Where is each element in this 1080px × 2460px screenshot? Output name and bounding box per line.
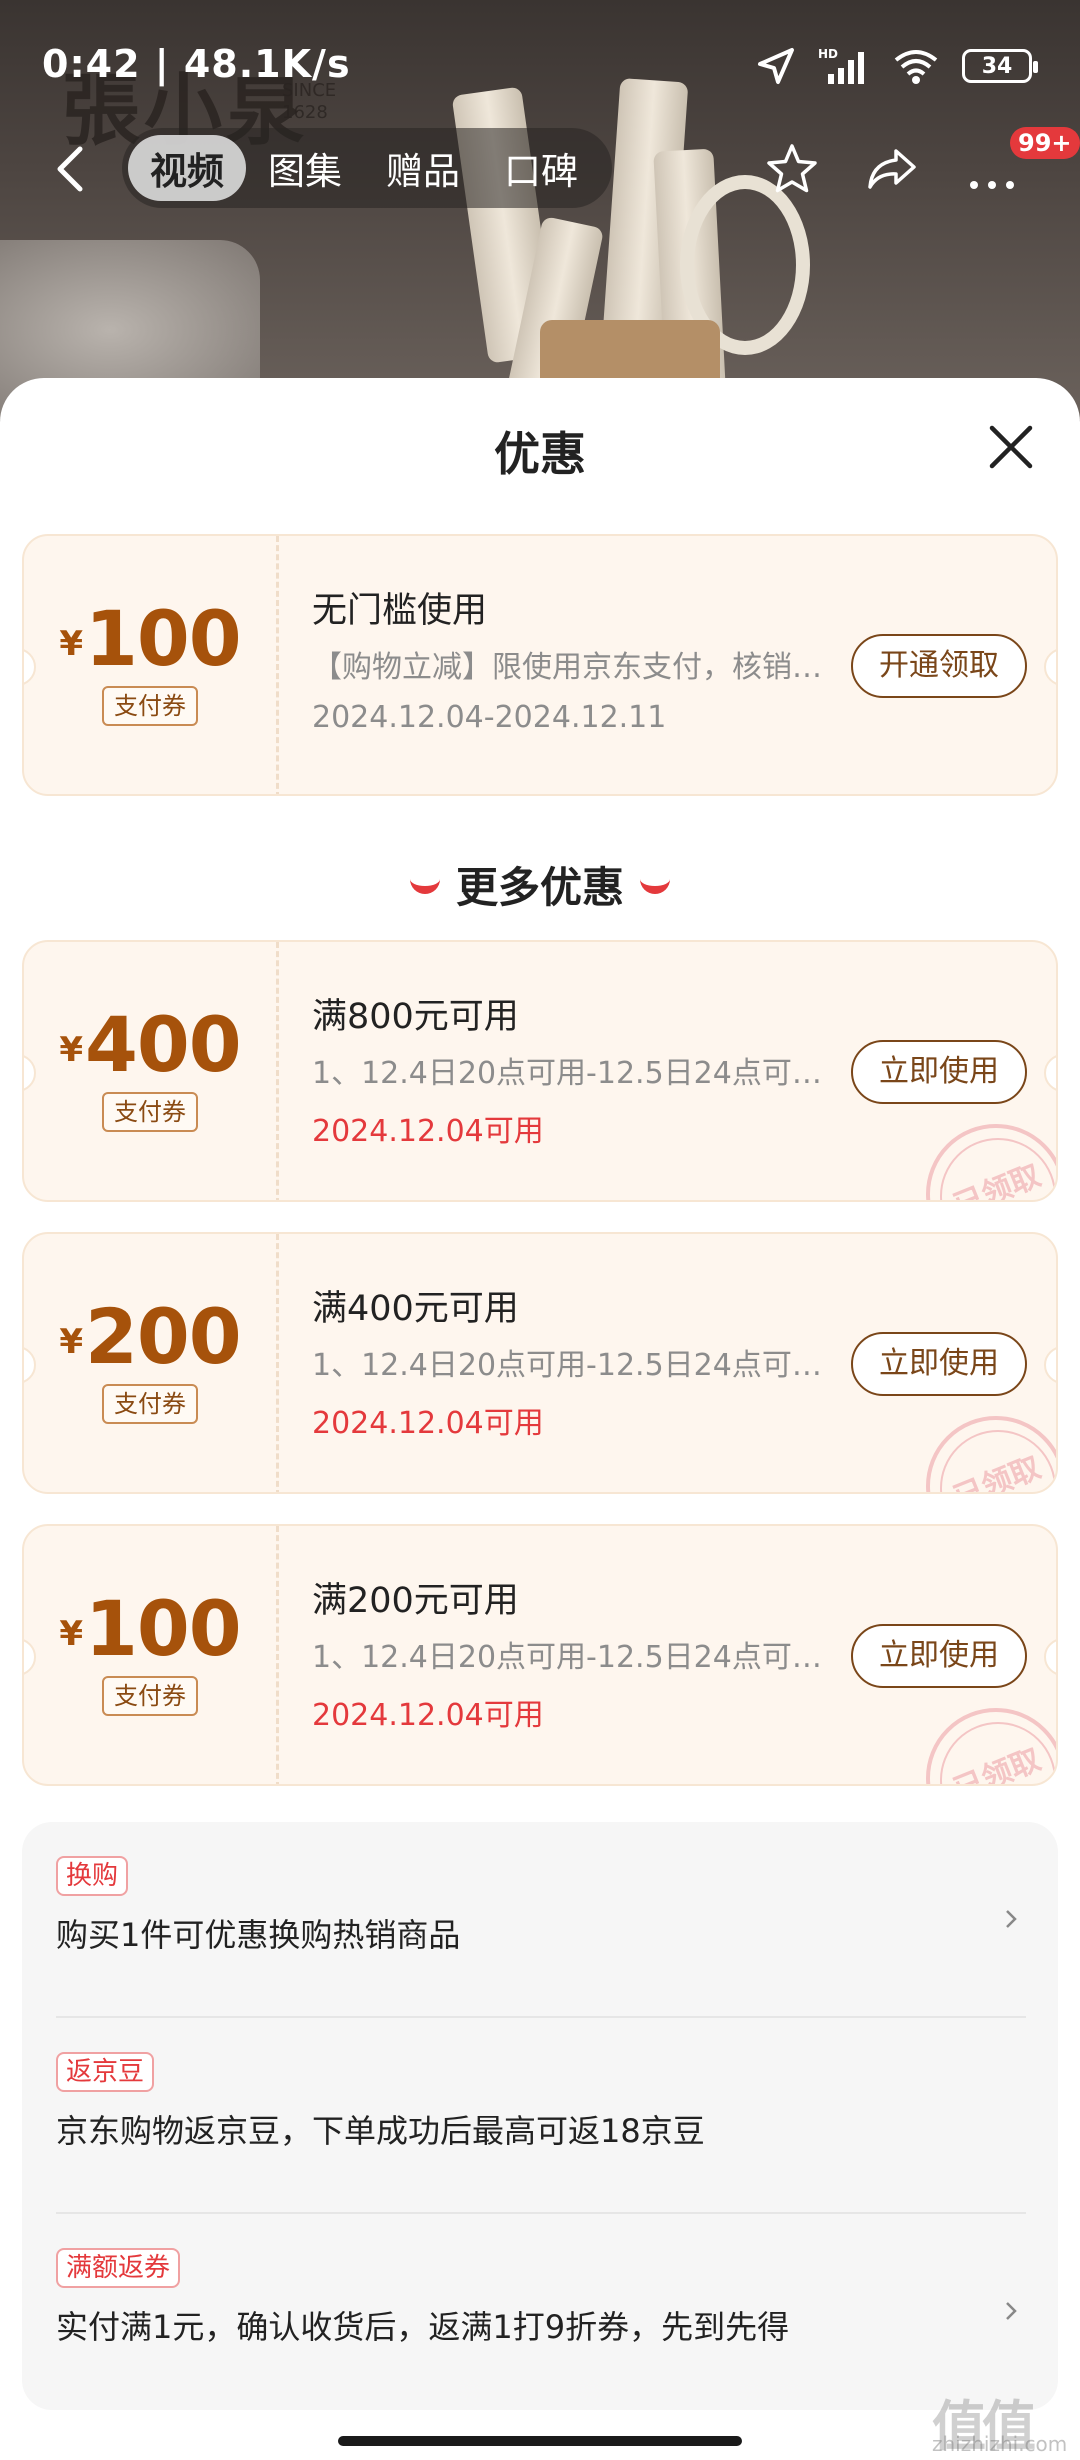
promo-tag: 返京豆 [56, 2052, 155, 2092]
promo-text: 京东购物返京豆，下单成功后最高可返18京豆 [56, 2112, 705, 2150]
coupon-amount: ¥100 [59, 1584, 241, 1673]
coupon-type-tag: 支付券 [102, 1676, 198, 1716]
promo-row-coupon-return[interactable]: 满额返券 实付满1元，确认收货后，返满1打9折券，先到先得 [56, 2214, 1026, 2408]
coupon-date: 2024.12.04-2024.12.11 [312, 700, 667, 735]
promo-tag: 换购 [56, 1856, 129, 1896]
coupon-date: 2024.12.04可用 [312, 1406, 544, 1441]
svg-text:HD: HD [818, 47, 838, 61]
use-now-button[interactable]: 立即使用 [851, 1624, 1027, 1688]
chevron-right-icon [1006, 2302, 1017, 2320]
coupon-card: ¥200 支付券 满400元可用 1、12.4日20点可用-12.5日24点可用… [22, 1232, 1058, 1494]
signal-icon: HD [818, 47, 864, 84]
tab-video[interactable]: 视频 [128, 135, 246, 201]
battery-icon: 34 [962, 49, 1038, 83]
coupon-amount: ¥100 [59, 594, 241, 683]
coupon-description: 【购物立减】限使用京东支付，核销后… [312, 650, 822, 685]
smile-icon [409, 878, 440, 894]
promotions-card: 换购 购买1件可优惠换购热销商品 返京豆 京东购物返京豆，下单成功后最高可返18… [22, 1822, 1058, 2410]
promo-row-jingdou: 返京豆 京东购物返京豆，下单成功后最高可返18京豆 [56, 2018, 1026, 2212]
promo-row-exchange[interactable]: 换购 购买1件可优惠换购热销商品 [56, 1822, 1026, 2016]
promo-text: 实付满1元，确认收货后，返满1打9折券，先到先得 [56, 2308, 790, 2346]
coupon-amount: ¥400 [59, 1000, 241, 1089]
tab-gallery[interactable]: 图集 [246, 135, 364, 201]
sheet-title: 优惠 [494, 427, 586, 481]
coupon-type-tag: 支付券 [102, 686, 198, 726]
use-now-button[interactable]: 立即使用 [851, 1040, 1027, 1104]
coupon-description: 1、12.4日20点可用-12.5日24点可用… [312, 1056, 822, 1091]
share-icon[interactable] [864, 141, 920, 197]
media-tabs: 视频 图集 赠品 口碑 [122, 128, 612, 208]
close-icon[interactable] [986, 422, 1036, 472]
coupon-title: 满800元可用 [312, 997, 519, 1037]
use-now-button[interactable]: 立即使用 [851, 1332, 1027, 1396]
message-count-badge: 99+ [1010, 127, 1080, 159]
activate-claim-button[interactable]: 开通领取 [851, 634, 1027, 698]
status-bar: 0:42 | 48.1K/s HD 34 [0, 0, 1080, 140]
back-arrow-icon[interactable] [48, 143, 92, 195]
claimed-stamp: 已领取 [926, 1708, 1056, 1784]
claimed-stamp: 已领取 [926, 1124, 1056, 1200]
tab-reviews[interactable]: 口碑 [482, 135, 600, 201]
coupon-amount: ¥200 [59, 1292, 241, 1381]
coupon-card: ¥400 支付券 满800元可用 1、12.4日20点可用-12.5日24点可用… [22, 940, 1058, 1202]
coupon-description: 1、12.4日20点可用-12.5日24点可用… [312, 1348, 822, 1383]
star-icon[interactable] [764, 141, 820, 197]
coupon-type-tag: 支付券 [102, 1384, 198, 1424]
coupon-type-tag: 支付券 [102, 1092, 198, 1132]
home-indicator[interactable] [338, 2436, 742, 2446]
wifi-icon [894, 50, 938, 84]
coupon-title: 满200元可用 [312, 1581, 519, 1621]
coupon-date: 2024.12.04可用 [312, 1114, 544, 1149]
claimed-stamp: 已领取 [926, 1416, 1056, 1492]
smile-icon [640, 878, 670, 894]
coupon-date: 2024.12.04可用 [312, 1698, 544, 1733]
top-navigation: 视频 图集 赠品 口碑 99+ [0, 125, 1080, 215]
coupon-title: 满400元可用 [312, 1289, 519, 1329]
coupon-card-main: ¥100 支付券 无门槛使用 【购物立减】限使用京东支付，核销后… 2024.1… [22, 534, 1058, 796]
status-time: 0:42 | 48.1K/s [42, 42, 351, 86]
coupon-card: ¥100 支付券 满200元可用 1、12.4日20点可用-12.5日24点可用… [22, 1524, 1058, 1786]
more-offers-heading: 更多优惠 [0, 854, 1080, 915]
chevron-right-icon [1006, 1910, 1017, 1928]
promo-text: 购买1件可优惠换购热销商品 [56, 1916, 461, 1954]
promo-tag: 满额返券 [56, 2248, 181, 2288]
coupon-title: 无门槛使用 [312, 591, 488, 631]
tab-gifts[interactable]: 赠品 [364, 135, 482, 201]
watermark-url: zhizhizhi.com [932, 2432, 1068, 2456]
location-icon [758, 48, 794, 84]
coupon-description: 1、12.4日20点可用-12.5日24点可用… [312, 1640, 822, 1675]
